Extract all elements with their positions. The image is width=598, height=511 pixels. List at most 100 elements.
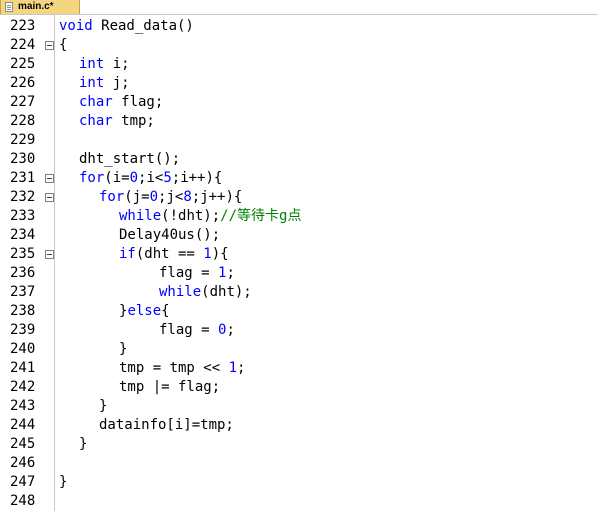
code-text: datainfo[i]=tmp;: [99, 416, 234, 435]
keyword-token: else: [127, 303, 162, 319]
code-text: }: [59, 473, 67, 492]
line-number: 240: [10, 341, 36, 357]
code-line[interactable]: 223 void Read_data(): [0, 17, 598, 36]
code-token: ;i<: [138, 170, 164, 186]
keyword-token: char: [79, 113, 113, 129]
code-line[interactable]: 245}: [0, 435, 598, 454]
code-text: int j;: [79, 74, 130, 93]
code-text: while(dht);: [159, 283, 252, 302]
code-token: flag =: [159, 322, 219, 338]
comment-token: //等待卡g点: [220, 208, 302, 224]
code-line[interactable]: 228 char tmp;: [0, 112, 598, 131]
number-token: 1: [203, 246, 212, 262]
number-token: 5: [163, 170, 172, 186]
line-number: 229: [10, 132, 36, 148]
code-text: int i;: [79, 55, 130, 74]
code-token: j;: [104, 75, 130, 91]
code-line[interactable]: 244 datainfo[i]=tmp;: [0, 416, 598, 435]
keyword-token: char: [79, 94, 113, 110]
code-line[interactable]: 246: [0, 454, 598, 473]
code-token: Read_data(): [92, 18, 194, 34]
code-line[interactable]: 225 int i;: [0, 55, 598, 74]
code-line[interactable]: 238}else{: [0, 302, 598, 321]
code-token: tmp;: [112, 113, 155, 129]
line-number: 230: [10, 151, 36, 167]
code-token: ;j++){: [191, 189, 243, 205]
line-number: 244: [10, 417, 36, 433]
code-token: flag =: [159, 265, 219, 281]
code-token: (dht ==: [135, 246, 204, 262]
keyword-token: if: [119, 246, 136, 262]
code-line[interactable]: 235 if(dht == 1){: [0, 245, 598, 264]
editor-tab-bar: main.c*: [0, 0, 598, 15]
code-token: dht_start();: [79, 151, 181, 167]
code-text: }: [119, 340, 127, 359]
code-text: flag = 1;: [159, 264, 235, 283]
number-token: 8: [183, 189, 192, 205]
line-number: 243: [10, 398, 36, 414]
code-text: Delay40us();: [119, 226, 220, 245]
line-number: 236: [10, 265, 36, 281]
tab-main-c[interactable]: main.c*: [0, 0, 80, 14]
line-number: 228: [10, 113, 36, 129]
code-line[interactable]: 229: [0, 131, 598, 150]
line-number: 238: [10, 303, 36, 319]
fold-collapse-icon[interactable]: [45, 41, 54, 50]
code-line[interactable]: 227 char flag;: [0, 93, 598, 112]
code-token: (j=: [124, 189, 150, 205]
fold-collapse-icon[interactable]: [45, 250, 54, 259]
code-text: for(j=0;j<8;j++){: [99, 188, 242, 207]
file-icon: [5, 2, 13, 12]
number-token: 1: [228, 360, 238, 376]
code-text: if(dht == 1){: [119, 245, 229, 264]
code-text: dht_start();: [79, 150, 180, 169]
code-text: }: [79, 435, 87, 454]
code-text: flag = 0;: [159, 321, 235, 340]
line-number: 237: [10, 284, 36, 300]
keyword-token: while: [159, 284, 202, 300]
code-line[interactable]: 230 dht_start();: [0, 150, 598, 169]
keyword-token: int: [79, 75, 105, 91]
fold-collapse-icon[interactable]: [45, 174, 54, 183]
line-number: 239: [10, 322, 36, 338]
line-number: 231: [10, 170, 36, 186]
code-token: (!dht);: [161, 208, 221, 224]
line-number: 233: [10, 208, 36, 224]
line-number: 227: [10, 94, 36, 110]
line-number: 224: [10, 37, 36, 53]
line-number: 234: [10, 227, 36, 243]
code-token: {: [59, 37, 68, 53]
code-line[interactable]: 234 Delay40us();: [0, 226, 598, 245]
code-token: (i=: [104, 170, 130, 186]
code-token: }: [119, 341, 128, 357]
line-number: 223: [10, 18, 36, 34]
code-text: }: [99, 397, 107, 416]
code-token: }: [79, 436, 88, 452]
code-text: while(!dht);//等待卡g点: [119, 207, 301, 226]
code-line[interactable]: 224 {: [0, 36, 598, 55]
fold-collapse-icon[interactable]: [45, 193, 54, 202]
code-line[interactable]: 242 tmp |= flag;: [0, 378, 598, 397]
code-line[interactable]: 236 flag = 1;: [0, 264, 598, 283]
code-line[interactable]: 247}: [0, 473, 598, 492]
code-line[interactable]: 248: [0, 492, 598, 511]
code-line[interactable]: 241 tmp = tmp << 1;: [0, 359, 598, 378]
code-line[interactable]: 239 flag = 0;: [0, 321, 598, 340]
code-line[interactable]: 237 while(dht);: [0, 283, 598, 302]
code-line[interactable]: 226 int j;: [0, 74, 598, 93]
number-token: 0: [149, 189, 159, 205]
code-editor[interactable]: 223 void Read_data() 224 {225 int i; 226 int j…: [0, 15, 598, 511]
code-line[interactable]: 232 for(j=0;j<8;j++){: [0, 188, 598, 207]
code-token: ;: [226, 265, 235, 281]
code-token: flag;: [112, 94, 164, 110]
code-line[interactable]: 233 while(!dht);//等待卡g点: [0, 207, 598, 226]
code-line[interactable]: 243}: [0, 397, 598, 416]
code-token: ;j<: [158, 189, 184, 205]
code-token: ;: [237, 360, 246, 376]
keyword-token: void: [59, 18, 93, 34]
code-token: ;i++){: [171, 170, 223, 186]
keyword-token: for: [79, 170, 105, 186]
code-token: datainfo[i]=tmp;: [99, 417, 234, 433]
code-line[interactable]: 231 for(i=0;i<5;i++){: [0, 169, 598, 188]
code-line[interactable]: 240}: [0, 340, 598, 359]
